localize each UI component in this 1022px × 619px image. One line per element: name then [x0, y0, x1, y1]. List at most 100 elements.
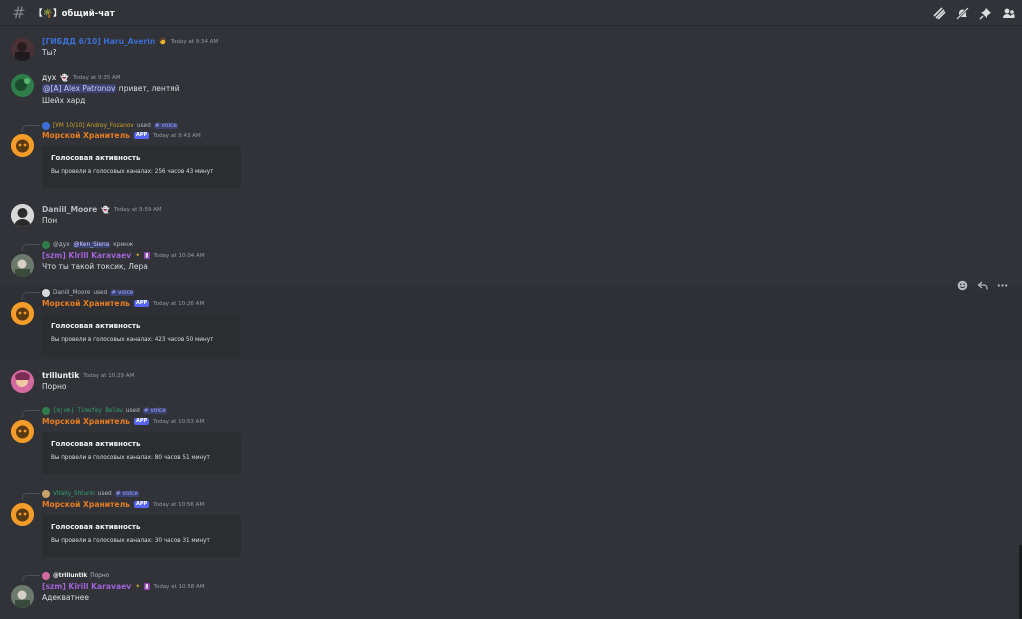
reply-avatar [42, 489, 50, 498]
timestamp: Today at 10:56 AM [153, 501, 205, 508]
reply-username: Daniil_Moore [53, 289, 91, 296]
avatar[interactable] [11, 503, 34, 526]
message: дух 👻 Today at 9:35 AM @[A] Alex Patronov … [0, 70, 1022, 114]
reply-preview[interactable]: Vitaliy_Shturin used # voice [42, 489, 139, 498]
pin-icon[interactable] [977, 5, 993, 21]
message-content: Морской Хранитель APP Today at 9:43 AM [42, 130, 1012, 141]
user-mention[interactable]: @[A] Alex Patronov [42, 84, 117, 93]
reply-channel-mention[interactable]: # voice [114, 490, 139, 497]
username[interactable]: Морской Хранитель [42, 500, 130, 509]
username[interactable]: Daniil_Moore [42, 205, 97, 214]
header-toolbar [931, 5, 1016, 21]
message-content: trilluntik Today at 10:29 AM Порно [42, 370, 1012, 393]
reply-channel-mention[interactable]: # voice [153, 122, 178, 129]
channel-hash-icon: # [12, 3, 26, 22]
message: @дух @Ken_Slena кринж [szm] Kirill Karav… [0, 238, 1022, 282]
message: Vitaliy_Shturin used # voice Морской Хра… [0, 487, 1022, 561]
add-reaction-icon[interactable] [957, 280, 968, 294]
reply-username: @дух [53, 241, 70, 248]
role-icon: ▮ [144, 583, 150, 590]
reply-text: кринж [113, 241, 134, 248]
username[interactable]: trilluntik [42, 371, 79, 380]
embed-description: Вы провели в голосовых каналах: 423 часо… [51, 337, 214, 343]
username[interactable]: [ГИБДД 6/10] Haru_Averin [42, 37, 155, 46]
reply-avatar [42, 406, 50, 415]
reply-text: Порно [90, 572, 110, 579]
ghost-badge-icon: 👻 [101, 205, 111, 214]
timestamp: Today at 9:34 AM [170, 38, 219, 45]
username[interactable]: Морской Хранитель [42, 417, 130, 426]
more-options-icon[interactable] [997, 280, 1008, 294]
message-hover-actions [957, 280, 1008, 294]
message: [m|vm] Timofey Below used # voice Морско… [0, 404, 1022, 478]
message-text: Ты? [42, 48, 57, 57]
reply-avatar [42, 121, 50, 130]
message-content: Daniil_Moore 👻 Today at 9:59 AM Пон [42, 204, 1012, 227]
message-text: @[A] Alex Patronov привет, лентяй [42, 83, 1012, 95]
message: Daniil_Moore used # voice Морской Хранит… [0, 286, 1022, 361]
avatar[interactable] [11, 370, 34, 393]
embed-description: Вы провели в голосовых каналах: 80 часов… [51, 455, 210, 461]
avatar[interactable] [11, 38, 34, 61]
message-feed: [ГИБДД 6/10] Haru_Averin 🧑 Today at 9:34 A… [0, 26, 1022, 619]
reply-username: @trilluntik [53, 572, 88, 579]
role-icon: ✦ [135, 583, 141, 590]
app-badge: APP [133, 418, 150, 425]
message: Daniil_Moore 👻 Today at 9:59 AM Пон [0, 202, 1022, 234]
username[interactable]: дух [42, 73, 56, 82]
avatar[interactable] [11, 585, 34, 608]
avatar[interactable] [11, 420, 34, 443]
message: [ГИБДД 6/10] Haru_Averin 🧑 Today at 9:34 A… [0, 32, 1022, 64]
app-badge: APP [133, 300, 150, 307]
reply-preview[interactable]: Daniil_Moore used # voice [42, 288, 135, 297]
reply-preview[interactable]: [УМ 10/10] Andrey_Fozanov used # voice [42, 121, 178, 130]
mute-bell-icon[interactable] [954, 5, 970, 21]
threads-icon[interactable] [931, 5, 947, 21]
reply-user-mention[interactable]: @Ken_Slena [72, 241, 111, 248]
timestamp: Today at 9:43 AM [153, 132, 201, 139]
reply-spine [22, 125, 40, 132]
reply-used: used [97, 490, 112, 497]
avatar[interactable] [11, 302, 34, 325]
avatar[interactable] [11, 254, 34, 277]
reply-preview[interactable]: @дух @Ken_Slena кринж [42, 240, 133, 249]
reply-avatar [42, 571, 50, 580]
reply-spine [22, 292, 40, 299]
timestamp: Today at 10:04 AM [153, 252, 205, 259]
avatar[interactable] [11, 74, 34, 97]
ghost-badge-icon: 👻 [60, 73, 69, 82]
message-text: Порно [42, 382, 67, 391]
username[interactable]: Морской Хранитель [42, 131, 130, 140]
reply-used: used [136, 122, 151, 129]
reply-preview[interactable]: @trilluntik Порно [42, 571, 109, 580]
message-content: [szm] Kirill Karavaev ✦ ▮ Today at 10:58 AM… [42, 581, 1012, 604]
avatar[interactable] [11, 204, 34, 227]
embed-card: Голосовая активность Вы провели в голосо… [42, 146, 241, 188]
reply-channel-mention[interactable]: # voice [110, 289, 135, 296]
reply-spine [22, 493, 40, 500]
role-icon: ▮ [144, 252, 150, 259]
timestamp: Today at 9:59 AM [114, 206, 162, 213]
message: @trilluntik Порно [szm] Kirill Karavaev ✦… [0, 569, 1022, 615]
message: trilluntik Today at 10:29 AM Порно [0, 368, 1022, 400]
timestamp: Today at 10:26 AM [153, 300, 205, 307]
app-badge: APP [133, 501, 150, 508]
username[interactable]: Морской Хранитель [42, 299, 130, 308]
reply-channel-mention[interactable]: # voice [142, 407, 167, 414]
embed-card: Голосовая активность Вы провели в голосо… [42, 515, 241, 557]
reply-spine [22, 575, 40, 582]
message-text: Что ты такой токсик, Лера [42, 262, 148, 271]
username[interactable]: [szm] Kirill Karavaev [42, 582, 131, 591]
channel-header: # 【🌴】общий-чат [0, 0, 1022, 26]
embed-card: Голосовая активность Вы провели в голосо… [42, 314, 241, 356]
reply-username: [УМ 10/10] Andrey_Fozanov [53, 122, 134, 129]
message-content: Морской Хранитель APP Today at 10:53 AM [42, 416, 1012, 427]
reply-preview[interactable]: [m|vm] Timofey Below used # voice [42, 406, 167, 415]
username[interactable]: [szm] Kirill Karavaev [42, 251, 131, 260]
embed-description: Вы провели в голосовых каналах: 256 часо… [51, 169, 214, 175]
avatar[interactable] [11, 134, 34, 157]
reply-avatar [42, 240, 50, 249]
reply-arrow-icon[interactable] [977, 280, 988, 294]
members-icon[interactable] [1000, 5, 1016, 21]
role-icon: ✦ [135, 252, 141, 259]
